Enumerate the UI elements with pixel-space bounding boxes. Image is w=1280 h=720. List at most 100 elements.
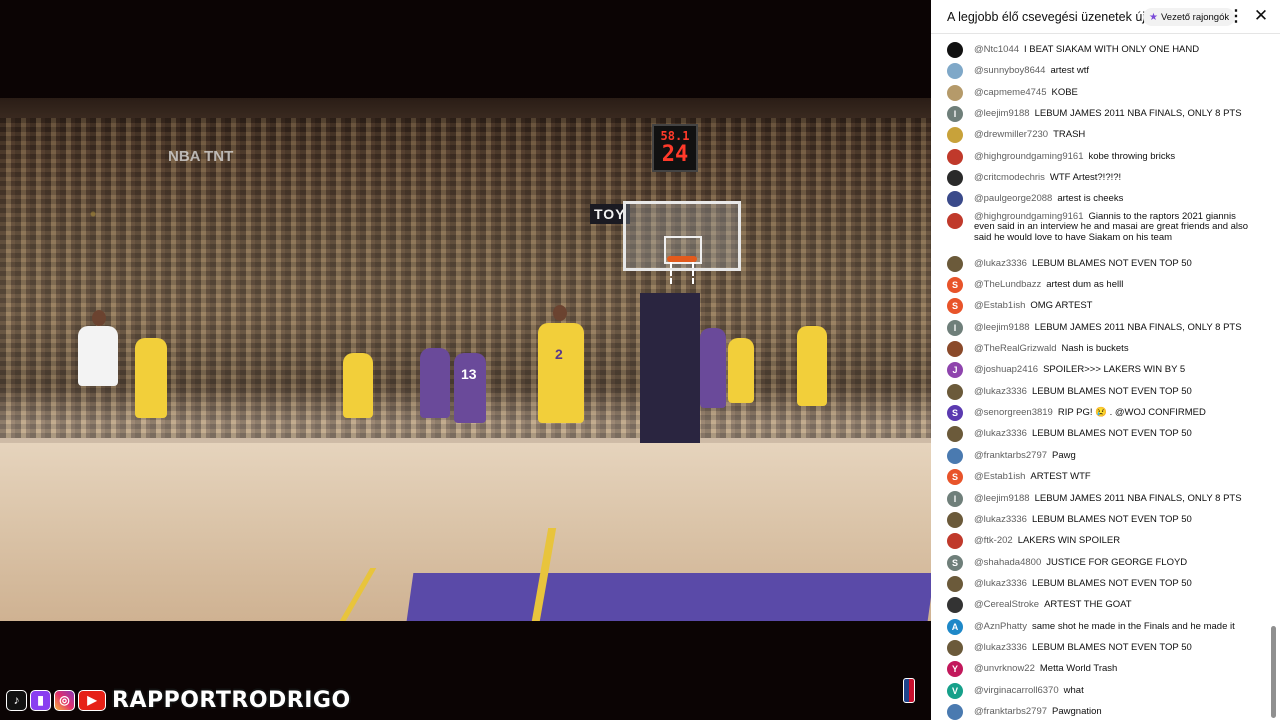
chat-author[interactable]: @AznPhatty (974, 621, 1027, 632)
chat-message-body: @Estab1ish ARTEST WTF (974, 471, 1259, 483)
chat-author[interactable]: @virginacarroll6370 (974, 685, 1059, 696)
chat-message-text: LEBUM BLAMES NOT EVEN TOP 50 (1031, 428, 1192, 440)
chat-author[interactable]: @lukaz3336 (974, 258, 1027, 269)
chat-author[interactable]: @paulgeorge2088 (974, 193, 1052, 205)
avatar[interactable]: l (947, 319, 963, 336)
avatar[interactable] (947, 639, 963, 656)
top-fans-chip[interactable]: ★ Vezető rajongók (1143, 8, 1236, 26)
avatar[interactable] (947, 533, 963, 550)
chat-author[interactable]: @franktarbs2797 (974, 450, 1047, 461)
chat-author[interactable]: @sunnyboy8644 (974, 65, 1045, 77)
avatar[interactable] (947, 575, 963, 592)
avatar[interactable]: S (947, 277, 963, 293)
chat-message-body: @drewmiller7230 TRASH (974, 130, 1259, 141)
chat-author[interactable]: @senorgreen3819 (974, 407, 1053, 418)
avatar[interactable]: S (947, 405, 963, 422)
chat-author[interactable]: @drewmiller7230 (974, 129, 1048, 141)
chat-author[interactable]: @lukaz3336 (974, 428, 1027, 440)
avatar[interactable] (947, 426, 963, 443)
chat-author[interactable]: @Estab1ish (974, 471, 1025, 482)
chat-message-body: @capmeme4745 KOBE (974, 87, 1259, 99)
avatar[interactable] (947, 170, 963, 187)
chat-message-text: LEBUM BLAMES NOT EVEN TOP 50 (1031, 385, 1192, 397)
chat-message-body: @senorgreen3819 RIP PG! 😢 . @WOJ CONFIRME… (974, 407, 1259, 419)
avatar[interactable] (947, 383, 963, 400)
video-player[interactable]: NBA TNT TOY 58.1 24 13 2 ♪ ▮ ◎ ▶ RAPPORT… (0, 0, 931, 720)
avatar[interactable] (947, 42, 963, 58)
avatar[interactable]: S (947, 469, 963, 486)
chat-author[interactable]: @CerealStroke (974, 599, 1039, 610)
close-icon[interactable]: ✕ (1252, 6, 1270, 26)
player (700, 328, 726, 408)
chat-message-body: @lukaz3336 LEBUM BLAMES NOT EVEN TOP 50 (974, 385, 1259, 398)
chat-author[interactable]: @TheRealGrizwald (974, 343, 1057, 354)
chat-scrollbar[interactable] (1271, 626, 1276, 718)
chat-message-body: @ftk-202 LAKERS WIN SPOILER (974, 535, 1259, 547)
avatar[interactable] (947, 447, 963, 464)
avatar[interactable]: V (947, 682, 963, 699)
channel-brand: ♪ ▮ ◎ ▶ RAPPORTRODRIGO (6, 687, 351, 713)
avatar[interactable]: J (947, 362, 963, 379)
chat-author[interactable]: @lukaz3336 (974, 514, 1027, 525)
avatar[interactable] (947, 511, 963, 528)
avatar[interactable] (947, 255, 963, 272)
avatar[interactable] (947, 84, 963, 101)
avatar[interactable]: S (947, 554, 963, 571)
more-options-icon[interactable]: ⋮ (1228, 8, 1244, 26)
avatar[interactable] (947, 704, 963, 720)
chat-author[interactable]: @highgroundgaming9161 (974, 151, 1083, 162)
chat-author[interactable]: @highgroundgaming9161 (974, 211, 1083, 222)
chat-message-text: I BEAT SIAKAM WITH ONLY ONE HAND (1024, 44, 1200, 55)
chat-author[interactable]: @capmeme4745 (974, 87, 1047, 98)
chat-message-text: Nash is buckets (1061, 343, 1129, 355)
avatar[interactable] (947, 148, 963, 165)
avatar[interactable]: A (947, 618, 963, 635)
screen: NBA TNT TOY 58.1 24 13 2 ♪ ▮ ◎ ▶ RAPPORT… (0, 0, 1280, 720)
chat-message-body: @lukaz3336 LEBUM BLAMES NOT EVEN TOP 50 (974, 258, 1259, 270)
chat-author[interactable]: @critcmodechris (974, 172, 1045, 183)
chat-message-body: @franktarbs2797 Pawgnation (974, 706, 1259, 718)
avatar[interactable]: Y (947, 661, 963, 678)
chat-author[interactable]: @franktarbs2797 (974, 706, 1047, 717)
chat-author[interactable]: @ftk-202 (974, 535, 1013, 546)
chat-author[interactable]: @Estab1ish (974, 300, 1025, 312)
avatar[interactable] (947, 63, 963, 80)
chat-message-body: @joshuap2416 SPOILER>>> LAKERS WIN BY 5 (974, 365, 1259, 376)
chat-author[interactable]: @lukaz3336 (974, 642, 1027, 653)
player (343, 353, 373, 418)
avatar[interactable] (947, 212, 963, 229)
avatar[interactable] (947, 597, 963, 614)
chat-author[interactable]: @leejim9188 (974, 108, 1030, 119)
chat-author[interactable]: @shahada4800 (974, 557, 1041, 568)
chat-message-text: kobe throwing bricks (1088, 150, 1176, 162)
broadcast-logo: NBA TNT (168, 148, 234, 165)
chat-author[interactable]: @leejim9188 (974, 493, 1030, 504)
chat-message-list[interactable]: @Ntc1044 I BEAT SIAKAM WITH ONLY ONE HAND… (931, 38, 1280, 720)
chat-author[interactable]: @lukaz3336 (974, 578, 1027, 589)
chat-message-text: LEBUM BLAMES NOT EVEN TOP 50 (1031, 513, 1192, 525)
chat-message-text: artest is cheeks (1057, 193, 1124, 205)
chat-message-text: SPOILER>>> LAKERS WIN BY 5 (1043, 364, 1186, 376)
avatar[interactable]: S (947, 298, 963, 315)
chat-author[interactable]: @joshuap2416 (974, 364, 1038, 376)
avatar[interactable]: l (947, 490, 963, 507)
tiktok-icon: ♪ (6, 689, 27, 711)
avatar[interactable] (947, 341, 963, 358)
chat-message-text: artest wtf (1050, 65, 1089, 77)
chat-message-text: Pawgnation (1052, 706, 1102, 717)
chat-message-body: @highgroundgaming9161 Giannis to the rapt… (974, 211, 1259, 244)
video-frame[interactable]: NBA TNT TOY 58.1 24 13 2 (0, 98, 931, 621)
player (135, 338, 167, 418)
avatar[interactable] (947, 191, 963, 208)
chat-author[interactable]: @Ntc1044 (974, 44, 1019, 55)
chat-author[interactable]: @unvrknow22 (974, 663, 1035, 674)
chat-author[interactable]: @lukaz3336 (974, 386, 1027, 397)
chat-author[interactable]: @leejim9188 (974, 322, 1030, 333)
chat-message-body: @virginacarroll6370 what (974, 685, 1259, 697)
avatar[interactable] (947, 127, 963, 144)
chat-mode-selector[interactable]: A legjobb élő csevegési üzenetek új... (947, 10, 1155, 24)
avatar[interactable]: l (947, 106, 963, 123)
chat-author[interactable]: @TheLundbazz (974, 279, 1041, 290)
chat-message-text: WTF Artest?!?!?! (1049, 172, 1122, 184)
net (670, 262, 694, 284)
